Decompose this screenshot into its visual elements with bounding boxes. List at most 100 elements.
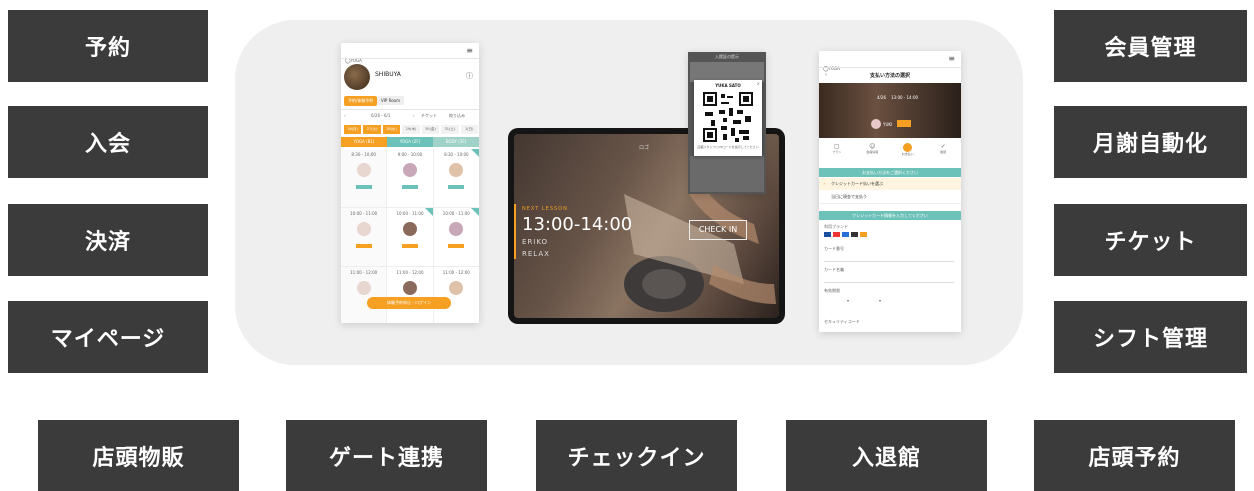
slot-card[interactable]: 10:00 - 11:00: [434, 208, 479, 266]
accent-bar: [514, 204, 516, 259]
step: ▢ プラン: [819, 143, 855, 167]
close-icon[interactable]: ×: [757, 81, 760, 86]
reserve-badge[interactable]: [355, 185, 372, 189]
step: ☺ 会員情報: [855, 143, 891, 167]
slot-row: 10:00 - 11:00 10:00 - 11:00 10:00 - 11:0…: [341, 208, 479, 267]
feature-label: チケット: [1104, 230, 1197, 255]
menu-icon[interactable]: ≡: [948, 54, 955, 63]
feature-label: マイページ: [50, 327, 166, 352]
progress-steps: ▢ プラン ☺ 会員情報 お支払い ✓ 確認: [819, 143, 961, 167]
slot-card[interactable]: 11:00 - 12:00: [341, 267, 388, 323]
option-label: 当日に現金で支払う: [831, 194, 867, 199]
feature-tile-shift-management: シフト管理: [1054, 301, 1247, 373]
field-label: カード番号: [824, 246, 844, 251]
slot-row: 8:30 - 10:00 9:00 - 10:00 8:30 - 10:00: [341, 149, 479, 208]
feature-label: シフト管理: [1092, 327, 1208, 352]
reserve-badge[interactable]: [448, 244, 465, 248]
feature-tile-reservation: 予約: [8, 10, 208, 82]
section-header: BODY (3F): [433, 137, 479, 147]
payment-option-cash[interactable]: 当日に現金で支払う: [819, 191, 961, 204]
feature-tile-gate-integration: ゲート連携: [286, 420, 487, 491]
menu-icon[interactable]: ≡: [466, 46, 473, 55]
instructor-avatar: [402, 281, 417, 295]
expiry-month-select[interactable]: ▾: [847, 298, 849, 303]
visa-icon: [824, 232, 831, 237]
field-label: セキュリティコード: [824, 319, 860, 324]
day-chip[interactable]: 28(水): [382, 125, 401, 134]
day-chip[interactable]: 1(日): [460, 125, 478, 134]
section-header: クレジットカード情報を入力してください: [819, 211, 961, 220]
feature-label: 入会: [84, 132, 131, 157]
qr-instruction: 店舗スタッフにQRコードを提示してください: [697, 145, 759, 149]
feature-tile-monthly-fee-automation: 月謝自動化: [1054, 106, 1247, 178]
section-header: お支払い方法をご選択ください: [819, 168, 961, 177]
tab-vip-room[interactable]: VIP Room: [377, 96, 404, 105]
check-icon: ✓: [823, 181, 827, 186]
slot-card[interactable]: 9:00 - 10:00: [387, 149, 434, 207]
day-chip[interactable]: 27(火): [363, 125, 381, 134]
corner-flag: [424, 208, 433, 216]
day-selector: 26(月) 27(火) 28(水) 29(木) 30(金) 31(土) 1(日): [344, 125, 478, 134]
field-label: 利用ブランド: [824, 224, 848, 229]
qr-member-name: YUKA SATO: [715, 83, 741, 88]
feature-label: 決済: [84, 230, 131, 255]
feature-tile-entry-exit: 入退館: [786, 420, 987, 491]
day-chip[interactable]: 31(土): [441, 125, 459, 134]
instructor-avatar: [871, 119, 881, 129]
page-title: 支払い方法の選択: [869, 73, 910, 79]
slot-card[interactable]: 11:00 - 12:00: [434, 267, 479, 323]
card-name-input[interactable]: [824, 274, 954, 283]
day-chip[interactable]: 30(金): [421, 125, 440, 134]
slot-card[interactable]: 11:00 - 12:00: [387, 267, 434, 323]
divider: [819, 67, 961, 68]
slot-time: 10:00 - 11:00: [350, 211, 378, 216]
trial-login-button[interactable]: 体験予約申込・ログイン: [367, 297, 451, 309]
card-number-input[interactable]: [824, 253, 954, 262]
studio-name: SHIBUYA: [375, 71, 401, 78]
slot-card[interactable]: 8:30 - 10:00: [434, 149, 479, 207]
slot-time: 11:00 - 12:00: [396, 270, 424, 275]
reserve-badge[interactable]: [401, 244, 418, 248]
slot-card[interactable]: 8:30 - 10:00: [341, 149, 388, 207]
feature-tile-checkin: チェックイン: [536, 420, 737, 491]
instructor-avatar: [356, 281, 371, 295]
check-in-button[interactable]: CHECK IN: [689, 220, 747, 240]
feature-tile-ticket: チケット: [1054, 204, 1247, 276]
reserve-badge[interactable]: [355, 244, 372, 248]
day-chip[interactable]: 26(月): [344, 125, 362, 134]
tab-trial-reservation[interactable]: 予約/体験予約: [344, 96, 378, 106]
day-chip[interactable]: 29(木): [402, 125, 420, 134]
step-label: プラン: [832, 150, 842, 154]
step: ✓ 確認: [926, 143, 962, 167]
slot-row: 11:00 - 12:00 11:00 - 12:00 11:00 - 12:0…: [341, 267, 479, 323]
divider: [341, 58, 479, 59]
feature-tile-payment: 決済: [8, 204, 208, 276]
feature-label: チェックイン: [567, 445, 706, 471]
next-week-icon[interactable]: ›: [413, 113, 415, 118]
slot-time: 11:00 - 12:00: [350, 270, 378, 275]
feature-label: ゲート連携: [328, 445, 444, 471]
expiry-year-select[interactable]: ▾: [879, 298, 881, 303]
section-header: YOGA (B1): [341, 137, 387, 147]
step-active: お支払い: [890, 143, 926, 167]
instructor-avatar: [449, 281, 464, 295]
slot-card[interactable]: 10:00 - 11:00: [387, 208, 434, 266]
filter-link[interactable]: 絞り込み: [449, 113, 465, 119]
payment-option-credit-card[interactable]: ✓ クレジットカード払いを選ぶ: [819, 178, 961, 190]
qr-header: 入館証の提示: [715, 54, 739, 59]
lesson-time: 13:00 - 14:00: [891, 95, 919, 100]
ticket-link[interactable]: チケット: [421, 113, 437, 119]
feature-label: 店頭物販: [92, 445, 185, 471]
prev-week-icon[interactable]: ‹: [344, 113, 346, 118]
instructor-avatar: [356, 222, 371, 236]
reserve-badge[interactable]: [401, 185, 418, 189]
studio-avatar: [344, 64, 370, 90]
slot-time: 8:30 - 10:00: [351, 152, 376, 157]
payment-phone-screen: ◯YOGA ≡ ‹ 支払い方法の選択 4/26 13:00 - 14:00 YU…: [819, 51, 961, 332]
step-label: 確認: [940, 150, 947, 154]
card-brand-icons: [824, 232, 867, 237]
slot-card[interactable]: 10:00 - 11:00: [341, 208, 388, 266]
lesson-time: 13:00-14:00: [522, 214, 633, 235]
reserve-badge[interactable]: [448, 185, 465, 189]
help-icon[interactable]: ⓘ: [466, 71, 473, 81]
